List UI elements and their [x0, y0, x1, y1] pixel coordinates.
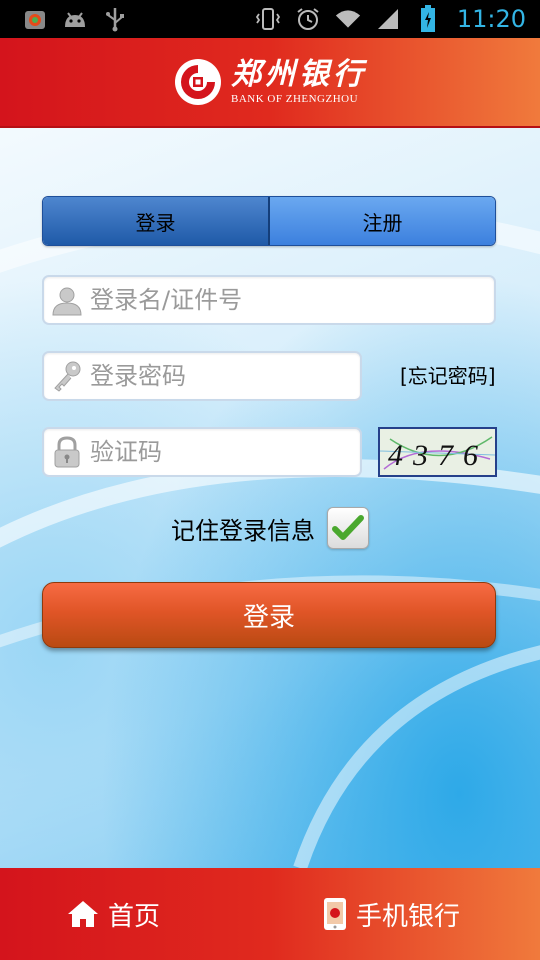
alarm-icon [295, 6, 321, 32]
captcha-text: 4376 [388, 439, 488, 472]
wifi-icon [335, 6, 361, 32]
nav-mobile-banking-label: 手机银行 [355, 901, 460, 932]
usb-icon [102, 6, 128, 32]
home-icon [68, 901, 98, 927]
username-input[interactable] [90, 286, 494, 314]
battery-icon [415, 5, 441, 32]
remember-checkbox[interactable] [327, 507, 369, 549]
app-icon [22, 6, 48, 32]
checkmark-icon [332, 515, 364, 540]
tab-register[interactable]: 注册 [270, 197, 495, 245]
nav-home-label: 首页 [108, 901, 161, 932]
mobile-icon [323, 898, 346, 930]
captcha-field-box [42, 427, 362, 477]
remember-label: 记住登录信息 [171, 516, 315, 545]
tab-login[interactable]: 登录 [43, 197, 270, 245]
brand: 郑州银行 BANK OF ZHENGZHOU [173, 57, 367, 107]
app-header: 郑州银行 BANK OF ZHENGZHOU [0, 38, 540, 128]
password-field-box [42, 351, 362, 401]
signal-icon [375, 6, 401, 32]
vibrate-icon [255, 6, 281, 32]
user-icon [50, 282, 84, 318]
brand-name-en: BANK OF ZHENGZHOU [231, 93, 359, 105]
android-icon [62, 6, 88, 32]
login-register-tabs: 登录 注册 [42, 196, 496, 246]
login-panel: 登录 注册 [忘记密码] 4376 记住登录信息 [0, 128, 540, 868]
nav-home[interactable]: 首页 [66, 896, 160, 933]
username-field-box [42, 275, 496, 325]
captcha-image[interactable]: 4376 [378, 427, 497, 477]
forgot-password-link[interactable]: [忘记密码] [400, 360, 496, 389]
nav-mobile-banking[interactable]: 手机银行 [322, 896, 460, 933]
status-bar: 11:20 [0, 0, 540, 38]
remember-row: 记住登录信息 [0, 506, 540, 550]
login-button[interactable]: 登录 [42, 582, 496, 648]
bank-logo-icon [175, 59, 221, 105]
key-icon [50, 358, 84, 394]
lock-icon [50, 434, 84, 470]
clock: 11:20 [456, 5, 526, 33]
bottom-nav: 首页 手机银行 [0, 868, 540, 960]
password-input[interactable] [90, 362, 360, 390]
captcha-input[interactable] [90, 438, 360, 466]
brand-name-cn: 郑州银行 [231, 57, 367, 92]
